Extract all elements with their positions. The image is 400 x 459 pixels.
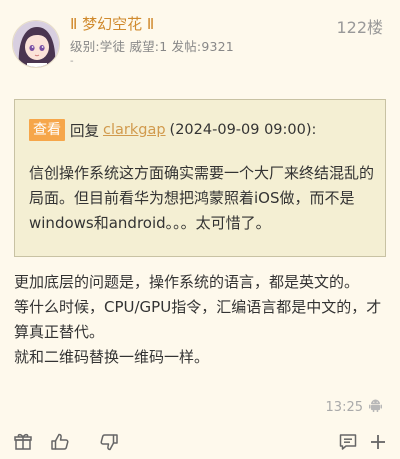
quote-header: 查看 回复 clarkgap (2024-09-09 09:00): [29, 119, 316, 141]
quoted-user-link[interactable]: clarkgap [103, 122, 166, 138]
quote-block: 查看 回复 clarkgap (2024-09-09 09:00): 信创操作系… [14, 99, 386, 257]
username[interactable]: Ⅱ 梦幻空花 Ⅱ [70, 13, 154, 34]
quote-text: 信创操作系统这方面确实需要一个大厂来终结混乱的局面。但目前看华为想把鸿蒙照着iO… [29, 164, 375, 232]
post-time: 13:25 [325, 399, 363, 415]
dislike-icon[interactable] [96, 429, 122, 455]
gift-icon[interactable] [10, 429, 36, 455]
post-content: 更加底层的问题是，操作系统的语言，都是英文的。 等什么时候，CPU/GPU指令，… [14, 270, 390, 370]
avatar-image [13, 21, 59, 67]
reply-label: 回复 [70, 123, 99, 140]
like-icon[interactable] [47, 429, 73, 455]
content-line: 就和二维码替换一维码一样。 [14, 348, 210, 366]
add-icon[interactable] [365, 429, 391, 455]
view-quote-button[interactable]: 查看 [29, 119, 65, 141]
user-stats: 级别:学徒 威望:1 发帖:9321 [70, 39, 234, 54]
floor-number: 122楼 [336, 18, 383, 37]
android-icon [369, 398, 382, 416]
post-action-bar [0, 424, 400, 459]
post-meta: 13:25 [326, 398, 382, 416]
quote-time: (2024-09-09 09:00): [169, 122, 317, 138]
avatar[interactable] [12, 20, 60, 68]
content-line: 等什么时候，CPU/GPU指令，汇编语言都是中文的，才算真正替代。 [14, 298, 382, 341]
content-line: 更加底层的问题是，操作系统的语言，都是英文的。 [14, 273, 360, 291]
user-signature: - [70, 56, 74, 67]
post-header: Ⅱ 梦幻空花 Ⅱ 级别:学徒 威望:1 发帖:9321 - 122楼 [0, 0, 400, 80]
comment-icon[interactable] [335, 429, 361, 455]
